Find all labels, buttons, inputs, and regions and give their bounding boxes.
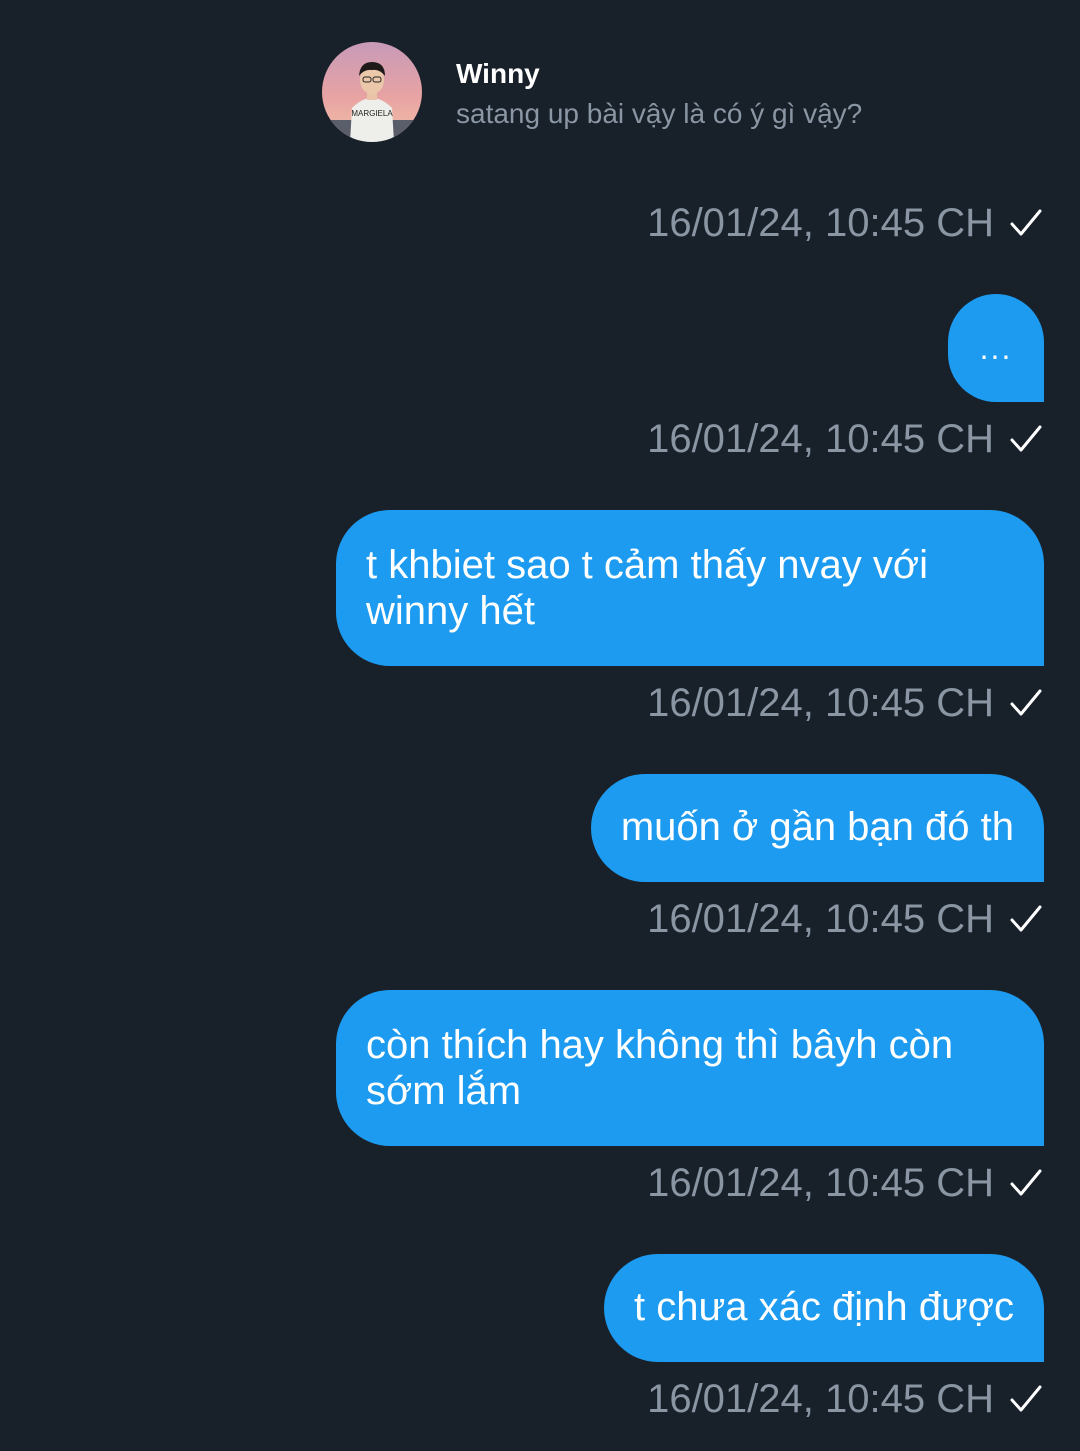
check-icon [1010,905,1042,932]
message-text: ... [979,330,1013,366]
message-text: t khbiet sao t cảm thấy nvay với winny h… [366,543,929,633]
check-icon [1010,425,1042,452]
message-timestamp-row: 16/01/24, 10:45 CH [647,1158,1044,1208]
message-bubble[interactable]: ... [948,294,1044,402]
message-bubble[interactable]: còn thích hay không thì bâyh còn sớm lắm [336,990,1044,1146]
reply-sender-name: Winny [456,58,540,89]
message-text: còn thích hay không thì bâyh còn sớm lắm [366,1023,954,1113]
timestamp: 16/01/24, 10:45 CH [647,200,994,245]
avatar-photo: MARGIELA [322,42,422,142]
message-timestamp-row: 16/01/24, 10:45 CH [647,678,1044,728]
timestamp: 16/01/24, 10:45 CH [647,1160,994,1205]
message-timestamp-row: 16/01/24, 10:45 CH [647,1374,1044,1424]
avatar[interactable]: MARGIELA [322,42,422,142]
message-timestamp-row: 16/01/24, 10:45 CH [647,414,1044,464]
message-timestamp-row: 16/01/24, 10:45 CH [647,894,1044,944]
check-icon [1010,1169,1042,1196]
message-text: muốn ở gần bạn đó th [620,805,1014,849]
avatar-shirt-text: MARGIELA [351,109,393,118]
check-icon [1010,689,1042,716]
reply-preview[interactable]: MARGIELA Winny satang up bài vậy là có ý… [322,42,962,144]
check-icon [1010,1385,1042,1412]
message-bubble[interactable]: muốn ở gần bạn đó th [590,774,1044,882]
message-text: t chưa xác định được [634,1285,1014,1329]
check-icon [1010,209,1042,236]
message-bubble[interactable]: t chưa xác định được [604,1254,1044,1362]
timestamp: 16/01/24, 10:45 CH [647,896,994,941]
timestamp: 16/01/24, 10:45 CH [647,416,994,461]
timestamp: 16/01/24, 10:45 CH [647,1376,994,1421]
reply-timestamp-row: 16/01/24, 10:45 CH [647,198,1044,248]
message-bubble[interactable]: t khbiet sao t cảm thấy nvay với winny h… [336,510,1044,666]
reply-message-text: satang up bài vậy là có ý gì vậy? [456,98,863,129]
timestamp: 16/01/24, 10:45 CH [647,680,994,725]
